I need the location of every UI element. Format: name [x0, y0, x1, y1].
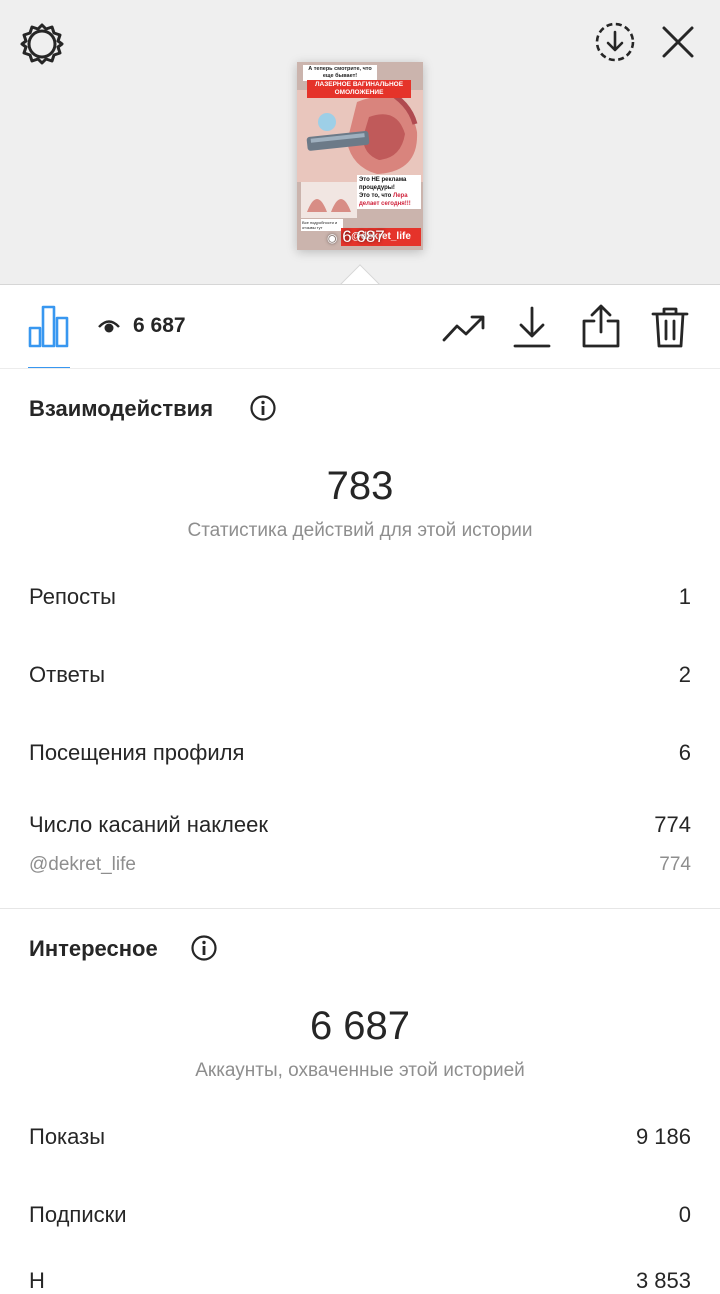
discovery-total: 6 687: [309, 1004, 411, 1048]
thumbnail-caption: А теперь смотрите, что еще бывает!: [303, 65, 377, 81]
thumbnail-note-line: делает сегодня!!!: [359, 201, 411, 207]
row-label-follows: Подписки: [29, 1202, 127, 1227]
interactions-subtitle: Статистика действий для этой истории: [187, 520, 533, 541]
thumbnail-views: 6 687: [342, 227, 385, 246]
insights-bar-icon[interactable]: [28, 304, 70, 348]
interactions-total: 783: [326, 464, 394, 508]
thumbnail-view-overlay: ◉ 6 687: [327, 227, 385, 247]
story-thumbnail[interactable]: А теперь смотрите, что еще бывает! ЛАЗЕР…: [297, 62, 423, 250]
trash-icon[interactable]: [650, 305, 690, 349]
insights-panel: [0, 284, 720, 1281]
thumbnail-note-name: Лера: [393, 193, 408, 199]
row-label-reposts: Репосты: [29, 584, 116, 609]
trending-icon[interactable]: [442, 313, 486, 343]
row-label-partial: Н: [29, 1268, 45, 1293]
row-value-follows: 0: [678, 1202, 691, 1227]
sticker-mention-label: @dekret_life: [29, 854, 136, 875]
row-value-impressions: 9 186: [635, 1124, 691, 1149]
sticker-mention-value: 774: [659, 854, 691, 875]
row-label-profile-visits: Посещения профиля: [29, 740, 245, 765]
thumbnail-banner: ЛАЗЕРНОЕ ВАГИНАЛЬНОЕ ОМОЛОЖЕНИЕ: [307, 80, 411, 98]
discovery-subtitle: Аккаунты, охваченные этой историей: [195, 1060, 525, 1081]
row-value-replies: 2: [678, 662, 691, 687]
discovery-title: Интересное: [29, 936, 158, 961]
eye-icon: ◉: [327, 231, 338, 245]
close-icon[interactable]: [661, 25, 695, 59]
row-value-sticker-taps: 774: [654, 812, 691, 837]
save-story-icon[interactable]: [594, 21, 636, 63]
row-label-sticker-taps: Число касаний наклеек: [29, 812, 268, 837]
section-divider: [0, 908, 720, 909]
thumbnail-pointer: [340, 264, 380, 284]
info-icon[interactable]: [191, 935, 217, 961]
row-value-profile-visits: 6: [678, 740, 691, 765]
interactions-title: Взаимодействия: [29, 396, 214, 421]
thumbnail-note-line: Это НЕ реклама процедуры!: [359, 177, 407, 191]
settings-icon[interactable]: [20, 22, 64, 66]
row-value-partial: 3 853: [635, 1268, 691, 1293]
thumbnail-note-line: Это то, что: [359, 193, 392, 199]
share-icon[interactable]: [580, 303, 622, 349]
toolbar-divider: [0, 368, 720, 369]
row-label-impressions: Показы: [29, 1124, 106, 1149]
eye-icon: [98, 320, 120, 333]
views-count: 6 687: [133, 314, 186, 337]
row-label-replies: Ответы: [29, 662, 106, 687]
row-value-reposts: 1: [678, 584, 691, 609]
thumbnail-note: Это НЕ реклама процедуры! Это то, что Ле…: [357, 175, 421, 209]
download-icon[interactable]: [512, 305, 552, 349]
info-icon[interactable]: [250, 395, 276, 421]
